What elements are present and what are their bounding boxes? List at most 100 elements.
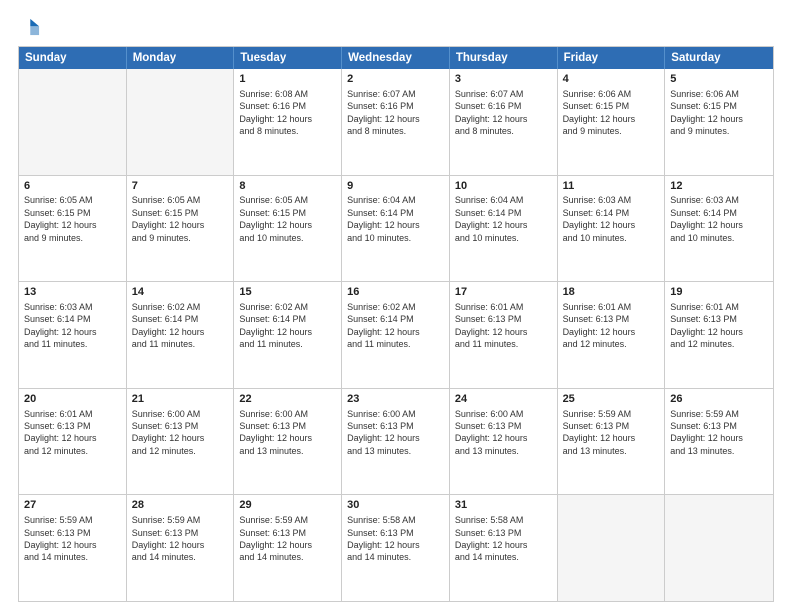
calendar-body: 1 Sunrise: 6:08 AM Sunset: 6:16 PM Daylig… [19,69,773,601]
weekday-header: Thursday [450,47,558,69]
day-info: Sunrise: 6:00 AM Sunset: 6:13 PM Dayligh… [347,409,420,456]
day-info: Sunrise: 6:07 AM Sunset: 6:16 PM Dayligh… [347,89,420,136]
day-number: 26 [670,392,768,407]
day-cell: 16Sunrise: 6:02 AM Sunset: 6:14 PM Dayli… [342,282,450,388]
day-number: 22 [239,392,336,407]
empty-cell [558,495,666,601]
empty-cell [665,495,773,601]
day-number: 1 [239,72,336,87]
day-info: Sunrise: 6:05 AM Sunset: 6:15 PM Dayligh… [239,195,312,242]
day-info: Sunrise: 5:59 AM Sunset: 6:13 PM Dayligh… [132,515,205,562]
day-cell: 23 Sunrise: 6:00 AM Sunset: 6:13 PM Dayli… [342,389,450,495]
day-number: 25 [563,392,660,407]
weekday-header: Wednesday [342,47,450,69]
day-info: Sunrise: 5:59 AM Sunset: 6:13 PM Dayligh… [239,515,312,562]
calendar-row: 13Sunrise: 6:03 AM Sunset: 6:14 PM Dayli… [19,281,773,388]
weekday-header: Saturday [665,47,773,69]
day-number: 30 [347,498,444,513]
day-cell: 6Sunrise: 6:05 AM Sunset: 6:15 PM Daylig… [19,176,127,282]
day-cell: 21 Sunrise: 6:00 AM Sunset: 6:13 PM Dayli… [127,389,235,495]
day-info: Sunrise: 6:03 AM Sunset: 6:14 PM Dayligh… [24,302,97,349]
day-number: 5 [670,72,768,87]
day-cell: 18 Sunrise: 6:01 AM Sunset: 6:13 PM Dayli… [558,282,666,388]
day-cell: 15Sunrise: 6:02 AM Sunset: 6:14 PM Dayli… [234,282,342,388]
day-cell: 13Sunrise: 6:03 AM Sunset: 6:14 PM Dayli… [19,282,127,388]
day-info: Sunrise: 5:59 AM Sunset: 6:13 PM Dayligh… [24,515,97,562]
day-cell: 24 Sunrise: 6:00 AM Sunset: 6:13 PM Dayli… [450,389,558,495]
day-number: 12 [670,179,768,194]
day-info: Sunrise: 6:01 AM Sunset: 6:13 PM Dayligh… [670,302,743,349]
day-cell: 19 Sunrise: 6:01 AM Sunset: 6:13 PM Dayli… [665,282,773,388]
day-cell: 11Sunrise: 6:03 AM Sunset: 6:14 PM Dayli… [558,176,666,282]
day-number: 31 [455,498,552,513]
calendar-row: 6Sunrise: 6:05 AM Sunset: 6:15 PM Daylig… [19,175,773,282]
day-cell: 29 Sunrise: 5:59 AM Sunset: 6:13 PM Dayli… [234,495,342,601]
day-info: Sunrise: 6:00 AM Sunset: 6:13 PM Dayligh… [132,409,205,456]
day-info: Sunrise: 6:01 AM Sunset: 6:13 PM Dayligh… [455,302,528,349]
weekday-header: Tuesday [234,47,342,69]
day-info: Sunrise: 6:05 AM Sunset: 6:15 PM Dayligh… [24,195,97,242]
calendar-row: 27 Sunrise: 5:59 AM Sunset: 6:13 PM Dayli… [19,494,773,601]
day-number: 18 [563,285,660,300]
day-cell: 30Sunrise: 5:58 AM Sunset: 6:13 PM Dayli… [342,495,450,601]
day-number: 10 [455,179,552,194]
day-cell: 5 Sunrise: 6:06 AM Sunset: 6:15 PM Daylig… [665,69,773,175]
day-info: Sunrise: 6:03 AM Sunset: 6:14 PM Dayligh… [563,195,636,242]
day-info: Sunrise: 6:00 AM Sunset: 6:13 PM Dayligh… [239,409,312,456]
day-cell: 2 Sunrise: 6:07 AM Sunset: 6:16 PM Daylig… [342,69,450,175]
day-info: Sunrise: 6:00 AM Sunset: 6:13 PM Dayligh… [455,409,528,456]
day-cell: 8Sunrise: 6:05 AM Sunset: 6:15 PM Daylig… [234,176,342,282]
day-info: Sunrise: 6:02 AM Sunset: 6:14 PM Dayligh… [132,302,205,349]
day-number: 17 [455,285,552,300]
day-info: Sunrise: 6:01 AM Sunset: 6:13 PM Dayligh… [563,302,636,349]
day-info: Sunrise: 6:02 AM Sunset: 6:14 PM Dayligh… [239,302,312,349]
day-cell: 10Sunrise: 6:04 AM Sunset: 6:14 PM Dayli… [450,176,558,282]
logo-area [18,16,42,38]
day-cell: 7Sunrise: 6:05 AM Sunset: 6:15 PM Daylig… [127,176,235,282]
day-cell: 25 Sunrise: 5:59 AM Sunset: 6:13 PM Dayli… [558,389,666,495]
day-number: 3 [455,72,552,87]
day-cell: 9Sunrise: 6:04 AM Sunset: 6:14 PM Daylig… [342,176,450,282]
day-cell: 17 Sunrise: 6:01 AM Sunset: 6:13 PM Dayli… [450,282,558,388]
day-cell: 28Sunrise: 5:59 AM Sunset: 6:13 PM Dayli… [127,495,235,601]
day-number: 20 [24,392,121,407]
day-info: Sunrise: 6:06 AM Sunset: 6:15 PM Dayligh… [563,89,636,136]
day-number: 24 [455,392,552,407]
day-number: 2 [347,72,444,87]
day-number: 9 [347,179,444,194]
day-number: 23 [347,392,444,407]
day-number: 7 [132,179,229,194]
day-cell: 4 Sunrise: 6:06 AM Sunset: 6:15 PM Daylig… [558,69,666,175]
day-info: Sunrise: 6:02 AM Sunset: 6:14 PM Dayligh… [347,302,420,349]
day-info: Sunrise: 6:07 AM Sunset: 6:16 PM Dayligh… [455,89,528,136]
day-number: 4 [563,72,660,87]
day-cell: 26 Sunrise: 5:59 AM Sunset: 6:13 PM Dayli… [665,389,773,495]
day-number: 11 [563,179,660,194]
day-cell: 27 Sunrise: 5:59 AM Sunset: 6:13 PM Dayli… [19,495,127,601]
calendar-row: 1 Sunrise: 6:08 AM Sunset: 6:16 PM Daylig… [19,69,773,175]
page: SundayMondayTuesdayWednesdayThursdayFrid… [0,0,792,612]
empty-cell [19,69,127,175]
logo-icon [20,16,42,38]
day-info: Sunrise: 5:59 AM Sunset: 6:13 PM Dayligh… [670,409,743,456]
day-number: 27 [24,498,121,513]
weekday-header: Monday [127,47,235,69]
calendar-row: 20 Sunrise: 6:01 AM Sunset: 6:13 PM Dayli… [19,388,773,495]
day-number: 21 [132,392,229,407]
day-cell: 20 Sunrise: 6:01 AM Sunset: 6:13 PM Dayli… [19,389,127,495]
day-number: 8 [239,179,336,194]
empty-cell [127,69,235,175]
day-cell: 12Sunrise: 6:03 AM Sunset: 6:14 PM Dayli… [665,176,773,282]
header [18,16,774,38]
day-info: Sunrise: 6:06 AM Sunset: 6:15 PM Dayligh… [670,89,743,136]
day-number: 19 [670,285,768,300]
day-info: Sunrise: 6:01 AM Sunset: 6:13 PM Dayligh… [24,409,97,456]
day-info: Sunrise: 5:59 AM Sunset: 6:13 PM Dayligh… [563,409,636,456]
day-number: 6 [24,179,121,194]
logo [18,16,42,38]
day-info: Sunrise: 6:08 AM Sunset: 6:16 PM Dayligh… [239,89,312,136]
day-cell: 3 Sunrise: 6:07 AM Sunset: 6:16 PM Daylig… [450,69,558,175]
calendar-header: SundayMondayTuesdayWednesdayThursdayFrid… [19,47,773,69]
day-info: Sunrise: 6:05 AM Sunset: 6:15 PM Dayligh… [132,195,205,242]
day-number: 29 [239,498,336,513]
